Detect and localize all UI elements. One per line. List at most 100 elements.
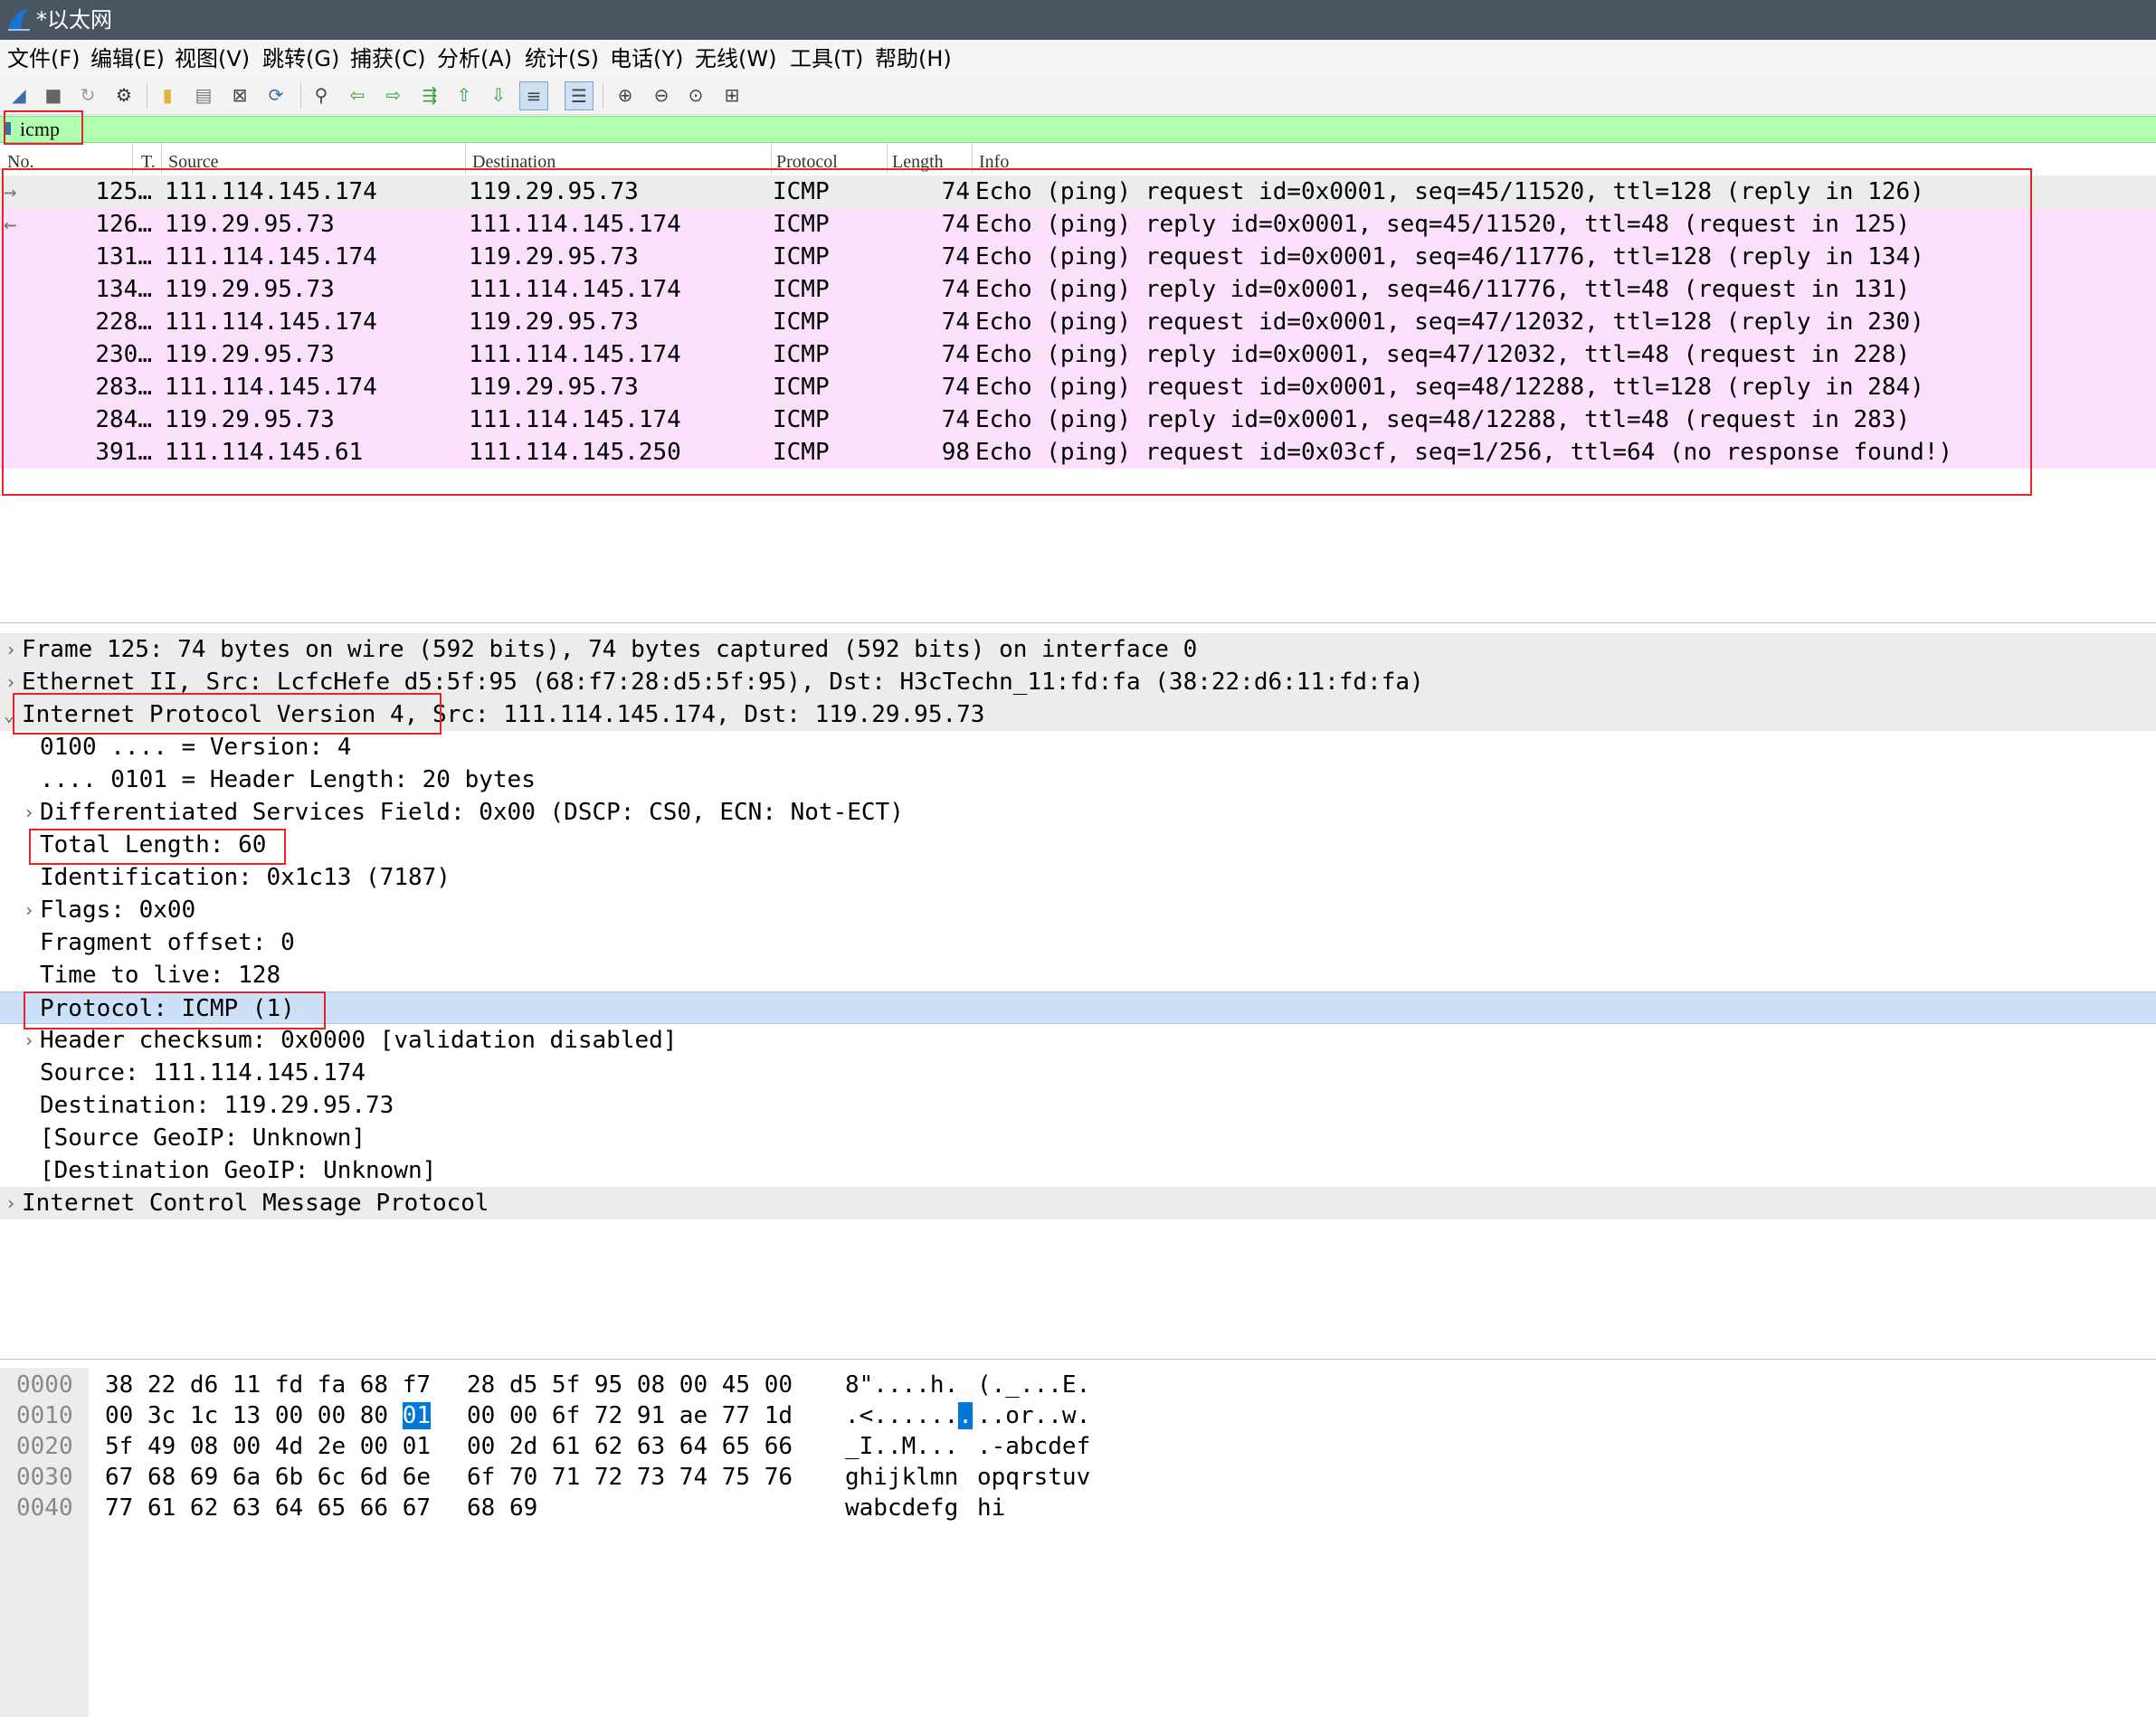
detail-ip-version[interactable]: 0100 .... = Version: 4 [0, 731, 2156, 764]
open-file-icon[interactable]: ▮ [156, 83, 179, 107]
detail-ethernet[interactable]: › Ethernet II, Src: LcfcHefe_d5:5f:95 (6… [0, 666, 2156, 698]
ascii-bytes[interactable]: ..or..w. [977, 1400, 1090, 1431]
go-to-packet-icon[interactable]: ⇶ [418, 83, 442, 107]
menu-view[interactable]: 视图(V) [175, 45, 250, 72]
stop-capture-icon[interactable]: ■ [42, 83, 65, 107]
menu-analyze[interactable]: 分析(A) [437, 45, 512, 72]
hex-bytes[interactable]: 6f 70 71 72 73 74 75 76 [467, 1462, 793, 1493]
packet-row[interactable]: 230… 119.29.95.73 111.114.145.174 ICMP 7… [0, 338, 2156, 371]
expand-arrow-icon[interactable]: › [5, 666, 16, 698]
detail-source-geoip[interactable]: [Source GeoIP: Unknown] [0, 1122, 2156, 1154]
filter-bookmark-icon[interactable] [5, 122, 11, 135]
reload-file-icon[interactable]: ⟳ [264, 83, 288, 107]
bytes-row[interactable]: 0000 38 22 d6 11 fd fa 68 f7 28 d5 5f 95… [0, 1370, 2156, 1400]
expand-arrow-icon[interactable]: › [5, 633, 16, 666]
detail-ip-dsfield[interactable]: › Differentiated Services Field: 0x00 (D… [0, 796, 2156, 829]
col-header-no[interactable]: No. [7, 143, 33, 174]
zoom-in-icon[interactable]: ⊕ [613, 83, 637, 107]
col-header-source[interactable]: Source [168, 143, 219, 174]
ascii-bytes[interactable]: _I..M... [845, 1431, 958, 1462]
ascii-bytes[interactable]: opqrstuv [977, 1462, 1090, 1493]
col-header-protocol[interactable]: Protocol [776, 143, 838, 174]
packet-row[interactable]: ← 126… 119.29.95.73 111.114.145.174 ICMP… [0, 208, 2156, 241]
menu-file[interactable]: 文件(F) [7, 45, 81, 72]
detail-ip-ttl[interactable]: Time to live: 128 [0, 959, 2156, 991]
ascii-bytes[interactable]: ghijklmn [845, 1462, 958, 1493]
close-file-icon[interactable]: ⊠ [228, 83, 252, 107]
bytes-row[interactable]: 0010 00 3c 1c 13 00 00 80 01 00 00 6f 72… [0, 1400, 2156, 1431]
hex-bytes[interactable]: 00 00 6f 72 91 ae 77 1d [467, 1400, 793, 1431]
expand-arrow-icon[interactable]: › [24, 796, 34, 829]
col-header-destination[interactable]: Destination [472, 143, 556, 174]
menu-wireless[interactable]: 无线(W) [695, 45, 776, 72]
detail-destination-geoip[interactable]: [Destination GeoIP: Unknown] [0, 1154, 2156, 1187]
autoscroll-icon[interactable]: ≡ [519, 81, 548, 110]
detail-ipv4[interactable]: ⌄ Internet Protocol Version 4, Src: 111.… [0, 698, 2156, 731]
resize-columns-icon[interactable]: ⊞ [720, 83, 744, 107]
packet-row[interactable]: 134… 119.29.95.73 111.114.145.174 ICMP 7… [0, 273, 2156, 306]
expand-arrow-icon[interactable]: › [24, 1024, 34, 1057]
packet-row[interactable]: 284… 119.29.95.73 111.114.145.174 ICMP 7… [0, 403, 2156, 436]
last-packet-icon[interactable]: ⇩ [487, 83, 510, 107]
packet-row[interactable]: 228… 111.114.145.174 119.29.95.73 ICMP 7… [0, 306, 2156, 338]
detail-ip-header-length[interactable]: .... 0101 = Header Length: 20 bytes [0, 764, 2156, 796]
detail-ip-destination[interactable]: Destination: 119.29.95.73 [0, 1089, 2156, 1122]
ascii-bytes[interactable]: wabcdefg [845, 1493, 958, 1523]
packet-row[interactable]: 283… 111.114.145.174 119.29.95.73 ICMP 7… [0, 371, 2156, 403]
menu-statistics[interactable]: 统计(S) [525, 45, 599, 72]
ascii-bytes[interactable]: .-abcdef [977, 1431, 1090, 1462]
hex-bytes[interactable]: 77 61 62 63 64 65 66 67 [105, 1493, 431, 1523]
packet-row[interactable]: → 125… 111.114.145.174 119.29.95.73 ICMP… [0, 175, 2156, 208]
hex-bytes[interactable]: 00 3c 1c 13 00 00 80 01 [105, 1400, 432, 1431]
packet-row[interactable]: 131… 111.114.145.174 119.29.95.73 ICMP 7… [0, 241, 2156, 273]
hex-bytes[interactable]: 38 22 d6 11 fd fa 68 f7 [105, 1370, 431, 1400]
detail-frame[interactable]: › Frame 125: 74 bytes on wire (592 bits)… [0, 633, 2156, 666]
hex-bytes[interactable]: 5f 49 08 00 4d 2e 00 01 [105, 1431, 431, 1462]
first-packet-icon[interactable]: ⇧ [452, 83, 476, 107]
ascii-bytes[interactable]: .<....... [845, 1400, 973, 1431]
col-header-length[interactable]: Length [892, 143, 944, 174]
col-header-time[interactable]: T. [141, 143, 156, 174]
menu-capture[interactable]: 捕获(C) [350, 45, 425, 72]
go-forward-icon[interactable]: ⇨ [382, 83, 405, 107]
bytes-row[interactable]: 0020 5f 49 08 00 4d 2e 00 01 00 2d 61 62… [0, 1431, 2156, 1462]
detail-ip-protocol[interactable]: Protocol: ICMP (1) [0, 991, 2156, 1024]
menu-telephony[interactable]: 电话(Y) [610, 45, 683, 72]
bytes-row[interactable]: 0040 77 61 62 63 64 65 66 67 68 69 wabcd… [0, 1493, 2156, 1523]
expand-arrow-icon[interactable]: › [24, 894, 34, 926]
detail-ip-identification[interactable]: Identification: 0x1c13 (7187) [0, 861, 2156, 894]
ascii-bytes[interactable]: (._...E. [977, 1370, 1090, 1400]
ascii-bytes[interactable]: 8"....h. [845, 1370, 958, 1400]
restart-capture-icon[interactable]: ↻ [76, 83, 100, 107]
colorize-icon[interactable]: ☰ [565, 81, 594, 110]
menu-help[interactable]: 帮助(H) [875, 45, 952, 72]
col-header-info[interactable]: Info [979, 143, 1009, 174]
hex-bytes[interactable]: 28 d5 5f 95 08 00 45 00 [467, 1370, 793, 1400]
selected-ascii-byte[interactable]: . [958, 1402, 973, 1429]
hex-bytes[interactable]: 00 2d 61 62 63 64 65 66 [467, 1431, 793, 1462]
detail-ip-total-length[interactable]: Total Length: 60 [0, 829, 2156, 861]
ascii-bytes[interactable]: hi [977, 1493, 1005, 1523]
find-packet-icon[interactable]: ⚲ [309, 83, 333, 107]
detail-ip-flags[interactable]: › Flags: 0x00 [0, 894, 2156, 926]
capture-options-icon[interactable]: ⚙ [112, 83, 136, 107]
detail-icmp[interactable]: › Internet Control Message Protocol [0, 1187, 2156, 1219]
packet-row[interactable]: 391… 111.114.145.61 111.114.145.250 ICMP… [0, 436, 2156, 469]
go-back-icon[interactable]: ⇦ [346, 83, 369, 107]
detail-ip-frag-offset[interactable]: Fragment offset: 0 [0, 926, 2156, 959]
detail-ip-source[interactable]: Source: 111.114.145.174 [0, 1057, 2156, 1089]
save-file-icon[interactable]: ▤ [192, 83, 215, 107]
display-filter-input[interactable] [20, 117, 2101, 142]
selected-hex-byte[interactable]: 01 [402, 1402, 432, 1429]
menu-edit[interactable]: 编辑(E) [90, 45, 165, 72]
bytes-row[interactable]: 0030 67 68 69 6a 6b 6c 6d 6e 6f 70 71 72… [0, 1462, 2156, 1493]
detail-ip-checksum[interactable]: › Header checksum: 0x0000 [validation di… [0, 1024, 2156, 1057]
normal-size-icon[interactable]: ⊙ [684, 83, 708, 107]
menu-go[interactable]: 跳转(G) [262, 45, 339, 72]
hex-bytes[interactable]: 67 68 69 6a 6b 6c 6d 6e [105, 1462, 431, 1493]
menu-tools[interactable]: 工具(T) [790, 45, 863, 72]
shark-fin-start-icon[interactable]: ◢ [7, 83, 31, 107]
zoom-out-icon[interactable]: ⊖ [650, 83, 673, 107]
expand-arrow-icon[interactable]: › [5, 1187, 16, 1219]
collapse-arrow-icon[interactable]: ⌄ [4, 698, 14, 731]
